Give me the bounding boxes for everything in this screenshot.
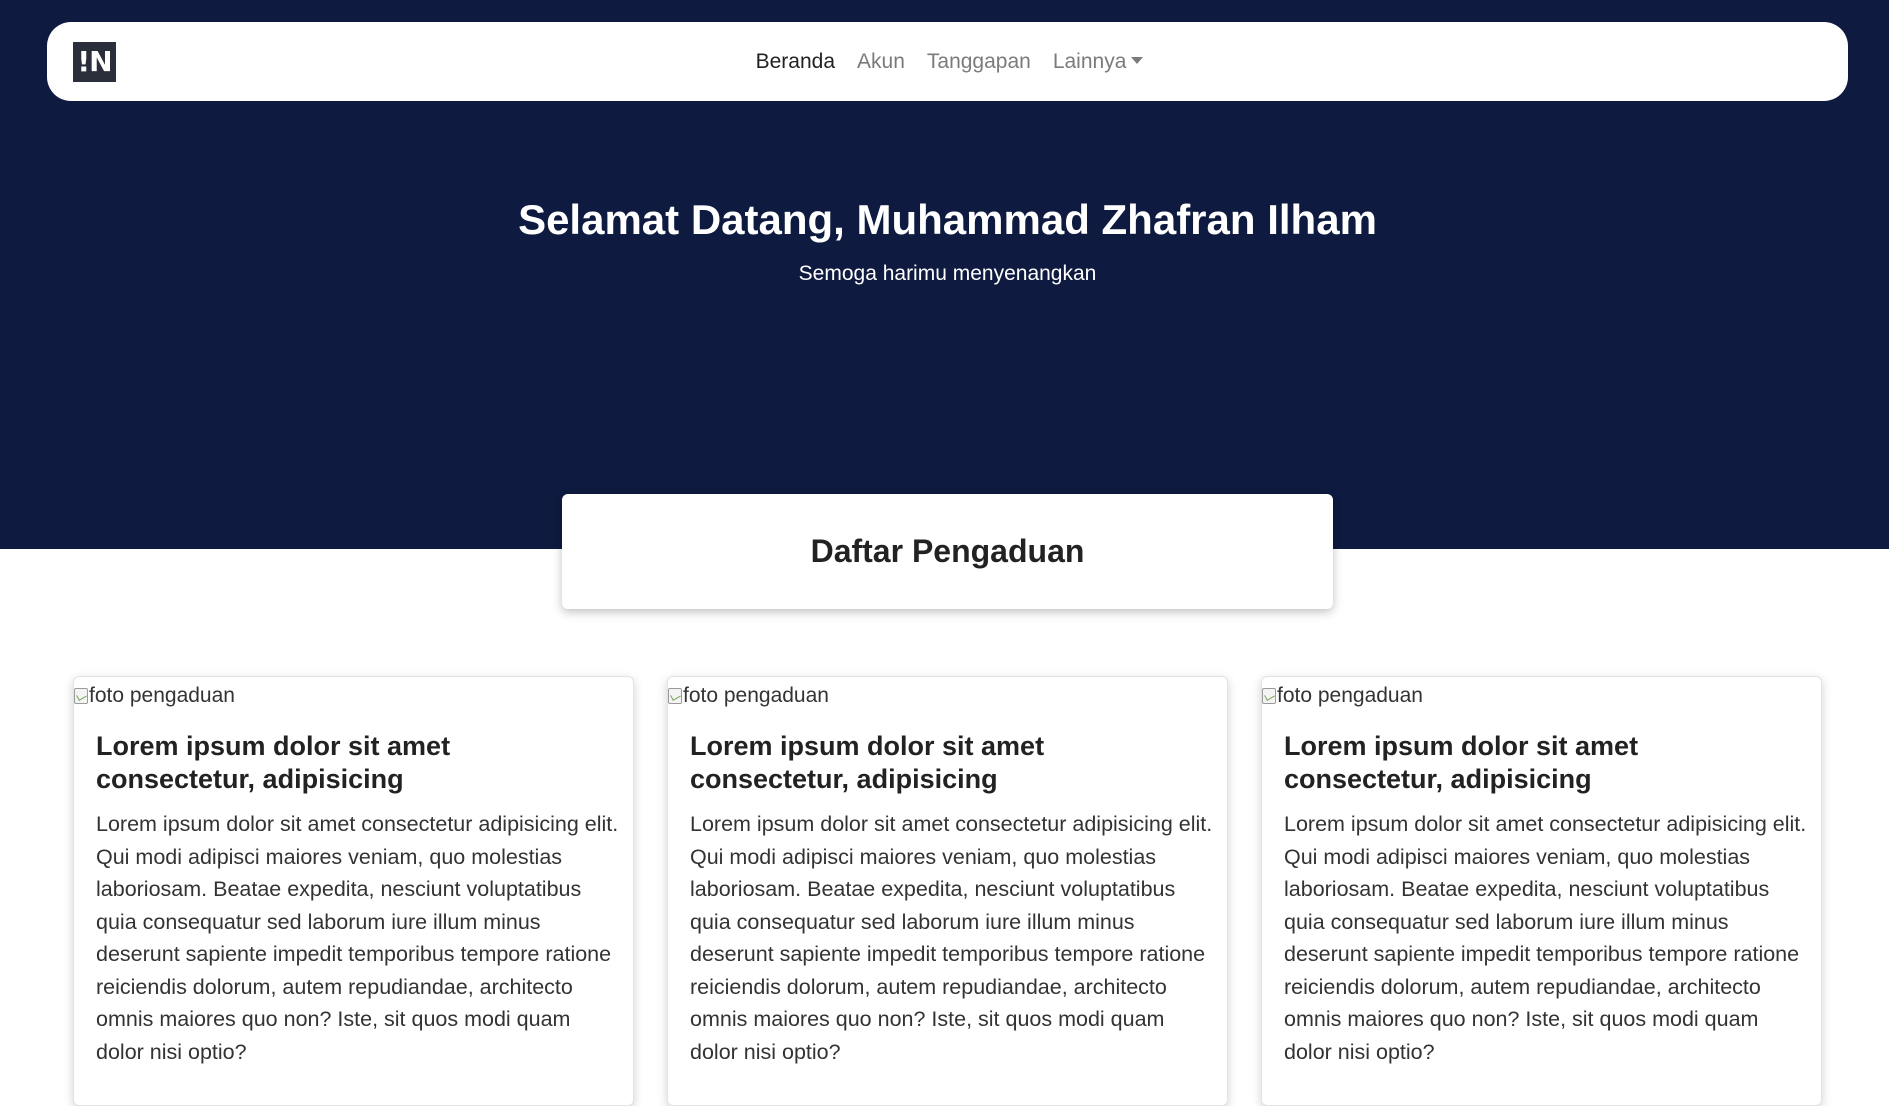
hero-title: Selamat Datang, Muhammad Zhafran Ilham (518, 196, 1377, 243)
complaint-image: foto pengaduan (668, 681, 829, 711)
caret-down-icon (1131, 56, 1144, 64)
complaint-body: Lorem ipsum dolor sit amet consectetur a… (96, 812, 619, 1064)
hero-subtitle: Semoga harimu menyenangkan (798, 262, 1097, 285)
image-alt-text: foto pengaduan (1277, 684, 1423, 707)
complaint-title: Lorem ipsum dolor sit amet consectetur, … (96, 731, 451, 794)
nav-links: Beranda Akun Tanggapan Lainnya (47, 22, 1848, 101)
image-alt-text: foto pengaduan (89, 684, 235, 707)
complaint-body: Lorem ipsum dolor sit amet consectetur a… (1284, 812, 1807, 1064)
nav-item-lainnya-label: Lainnya (1052, 49, 1127, 73)
hero-section: !N Beranda Akun Tanggapan Lainnya Selama… (0, 0, 1889, 549)
broken-image-icon (1262, 688, 1276, 704)
section-title: Daftar Pengaduan (810, 533, 1085, 569)
section-header-card: Daftar Pengaduan (562, 494, 1333, 609)
nav-item-akun[interactable]: Akun (857, 50, 905, 74)
complaint-image: foto pengaduan (1262, 681, 1423, 711)
complaint-card: foto pengaduan Lorem ipsum dolor sit ame… (667, 676, 1228, 1106)
complaint-image: foto pengaduan (74, 681, 235, 711)
complaint-title: Lorem ipsum dolor sit amet consectetur, … (690, 731, 1045, 794)
broken-image-icon (668, 688, 682, 704)
nav-item-beranda[interactable]: Beranda (756, 50, 835, 74)
complaint-card: foto pengaduan Lorem ipsum dolor sit ame… (73, 676, 634, 1106)
navbar: !N Beranda Akun Tanggapan Lainnya (47, 22, 1848, 101)
nav-item-lainnya-dropdown[interactable]: Lainnya (1053, 50, 1144, 74)
broken-image-icon (74, 688, 88, 704)
image-alt-text: foto pengaduan (683, 684, 829, 707)
complaint-title: Lorem ipsum dolor sit amet consectetur, … (1284, 731, 1639, 794)
nav-item-tanggapan[interactable]: Tanggapan (927, 50, 1031, 74)
complaint-card: foto pengaduan Lorem ipsum dolor sit ame… (1261, 676, 1822, 1106)
complaint-body: Lorem ipsum dolor sit amet consectetur a… (690, 812, 1213, 1064)
